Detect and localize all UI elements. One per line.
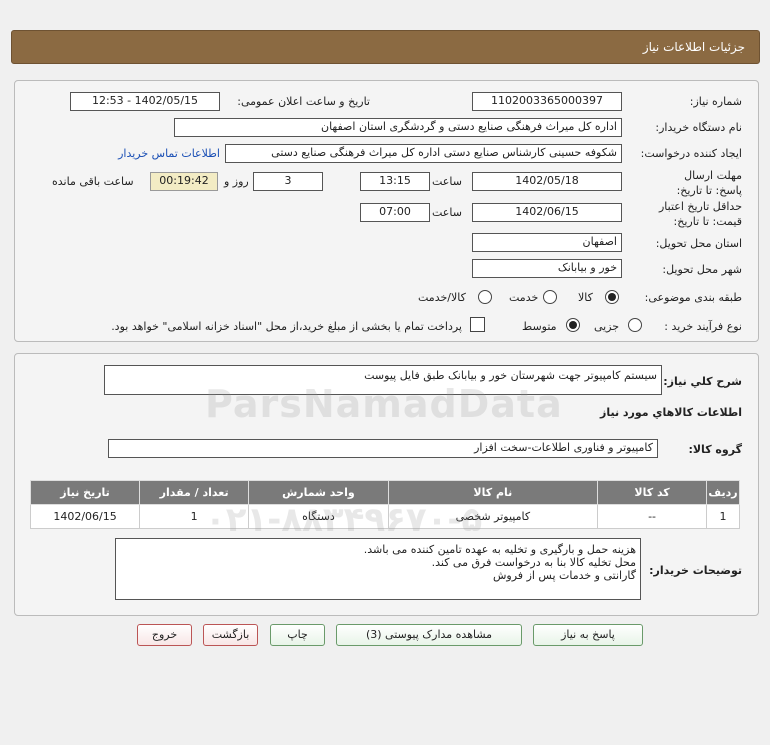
need-number-field: 1102003365000397 [472,92,622,111]
cell-name: کامپیوتر شخصی [387,504,599,529]
treasury-payment-checkbox[interactable] [470,317,485,332]
buyer-notes-label: توضیحات خریدار: [649,564,742,577]
cell-qty: 1 [139,504,250,529]
days-field: 3 [253,172,323,191]
validity-label-text: حداقل تاریخ اعتبار قیمت: تا تاریخ: [658,200,742,228]
deadline-date-field: 1402/05/18 [472,172,622,191]
province-field: اصفهان [472,233,622,252]
deadline-time-field: 13:15 [360,172,430,191]
category-both-label: کالا/خدمت [418,291,466,304]
buyer-org-field: اداره کل میراث فرهنگی صنایع دستی و گردشگ… [174,118,622,137]
col-name: نام کالا [387,480,599,505]
view-attachments-button[interactable]: مشاهده مدارک پیوستی (3) [336,624,522,646]
city-field: خور و بیابانک [472,259,622,278]
creator-field: شکوفه حسینی کارشناس صنایع دستی اداره کل … [225,144,622,163]
process-label: نوع فرآیند خرید : [664,320,742,333]
deadline-time-label: ساعت [432,175,462,188]
buyer-contact-link[interactable]: اطلاعات تماس خریدار [118,147,220,160]
category-service-radio[interactable] [543,290,557,304]
back-button[interactable]: بازگشت [203,624,258,646]
page-title: جزئیات اطلاعات نیاز [642,40,745,54]
validity-time-label: ساعت [432,206,462,219]
category-both-radio[interactable] [478,290,492,304]
category-goods-label: کالا [578,291,593,304]
province-label: استان محل تحویل: [655,237,742,250]
category-service-label: خدمت [509,291,539,304]
need-number-label: شماره نیاز: [689,95,742,108]
col-row: ردیف [706,480,740,505]
process-medium-radio[interactable] [566,318,580,332]
goods-group-label: گروه کالا: [688,443,742,456]
category-goods-radio[interactable] [605,290,619,304]
goods-table-header: ردیف کد کالا نام کالا واحد شمارش تعداد /… [29,480,740,505]
cell-row: 1 [706,504,740,529]
table-row: 1 -- کامپیوتر شخصی دستگاه 1 1402/06/15 [29,504,740,529]
category-label: طبقه بندی موضوعی: [644,291,742,304]
validity-label: حداقل تاریخ اعتبار قیمت: تا تاریخ: [652,199,742,229]
page-title-bar: جزئیات اطلاعات نیاز [11,30,760,64]
buyer-note-line: محل تخلیه کالا بنا به درخواست فرق می کند… [431,556,636,569]
process-minor-radio[interactable] [628,318,642,332]
buyer-note-line: گارانتی و خدمات پس از فروش [493,569,636,582]
col-qty: تعداد / مقدار [139,480,250,505]
exit-button[interactable]: خروج [137,624,192,646]
announce-field: 1402/05/15 - 12:53 [70,92,220,111]
announce-label: تاریخ و ساعت اعلان عمومی: [237,95,370,108]
col-code: کد کالا [597,480,708,505]
remaining-time-field: 00:19:42 [150,172,218,191]
process-minor-label: جزیی [594,320,620,333]
validity-time-field: 07:00 [360,203,430,222]
summary-field: سیستم کامپیوتر جهت شهرستان خور و بیابانک… [104,365,662,395]
goods-table: ردیف کد کالا نام کالا واحد شمارش تعداد /… [29,480,740,529]
deadline-label: مهلت ارسال پاسخ: تا تاریخ: [657,168,742,198]
remaining-label: ساعت باقی مانده [52,175,134,188]
goods-group-field: کامپیوتر و فناوری اطلاعات-سخت افزار [108,439,658,458]
creator-label: ایجاد کننده درخواست: [640,147,742,160]
process-medium-label: متوسط [522,320,557,333]
reply-button[interactable]: پاسخ به نیاز [533,624,643,646]
print-button[interactable]: چاپ [270,624,325,646]
col-date: تاریخ نیاز [29,480,141,505]
col-unit: واحد شمارش [248,480,389,505]
buyer-org-label: نام دستگاه خریدار: [655,121,742,134]
city-label: شهر محل تحویل: [662,263,742,276]
deadline-label-text: مهلت ارسال پاسخ: تا تاریخ: [676,169,742,197]
cell-date: 1402/06/15 [29,504,141,529]
cell-unit: دستگاه [248,504,389,529]
days-label: روز و [224,175,249,188]
validity-date-field: 1402/06/15 [472,203,622,222]
buyer-note-line: هزینه حمل و بارگیری و تخلیه به عهده تامی… [363,543,636,556]
goods-info-title: اطلاعات كالاهاي مورد نياز [600,406,742,419]
cell-code: -- [597,504,708,529]
summary-label: شرح كلي نياز: [663,375,742,388]
payment-note: پرداخت تمام یا بخشی از مبلغ خرید،از محل … [111,320,462,333]
buyer-notes-field: هزینه حمل و بارگیری و تخلیه به عهده تامی… [115,538,641,600]
